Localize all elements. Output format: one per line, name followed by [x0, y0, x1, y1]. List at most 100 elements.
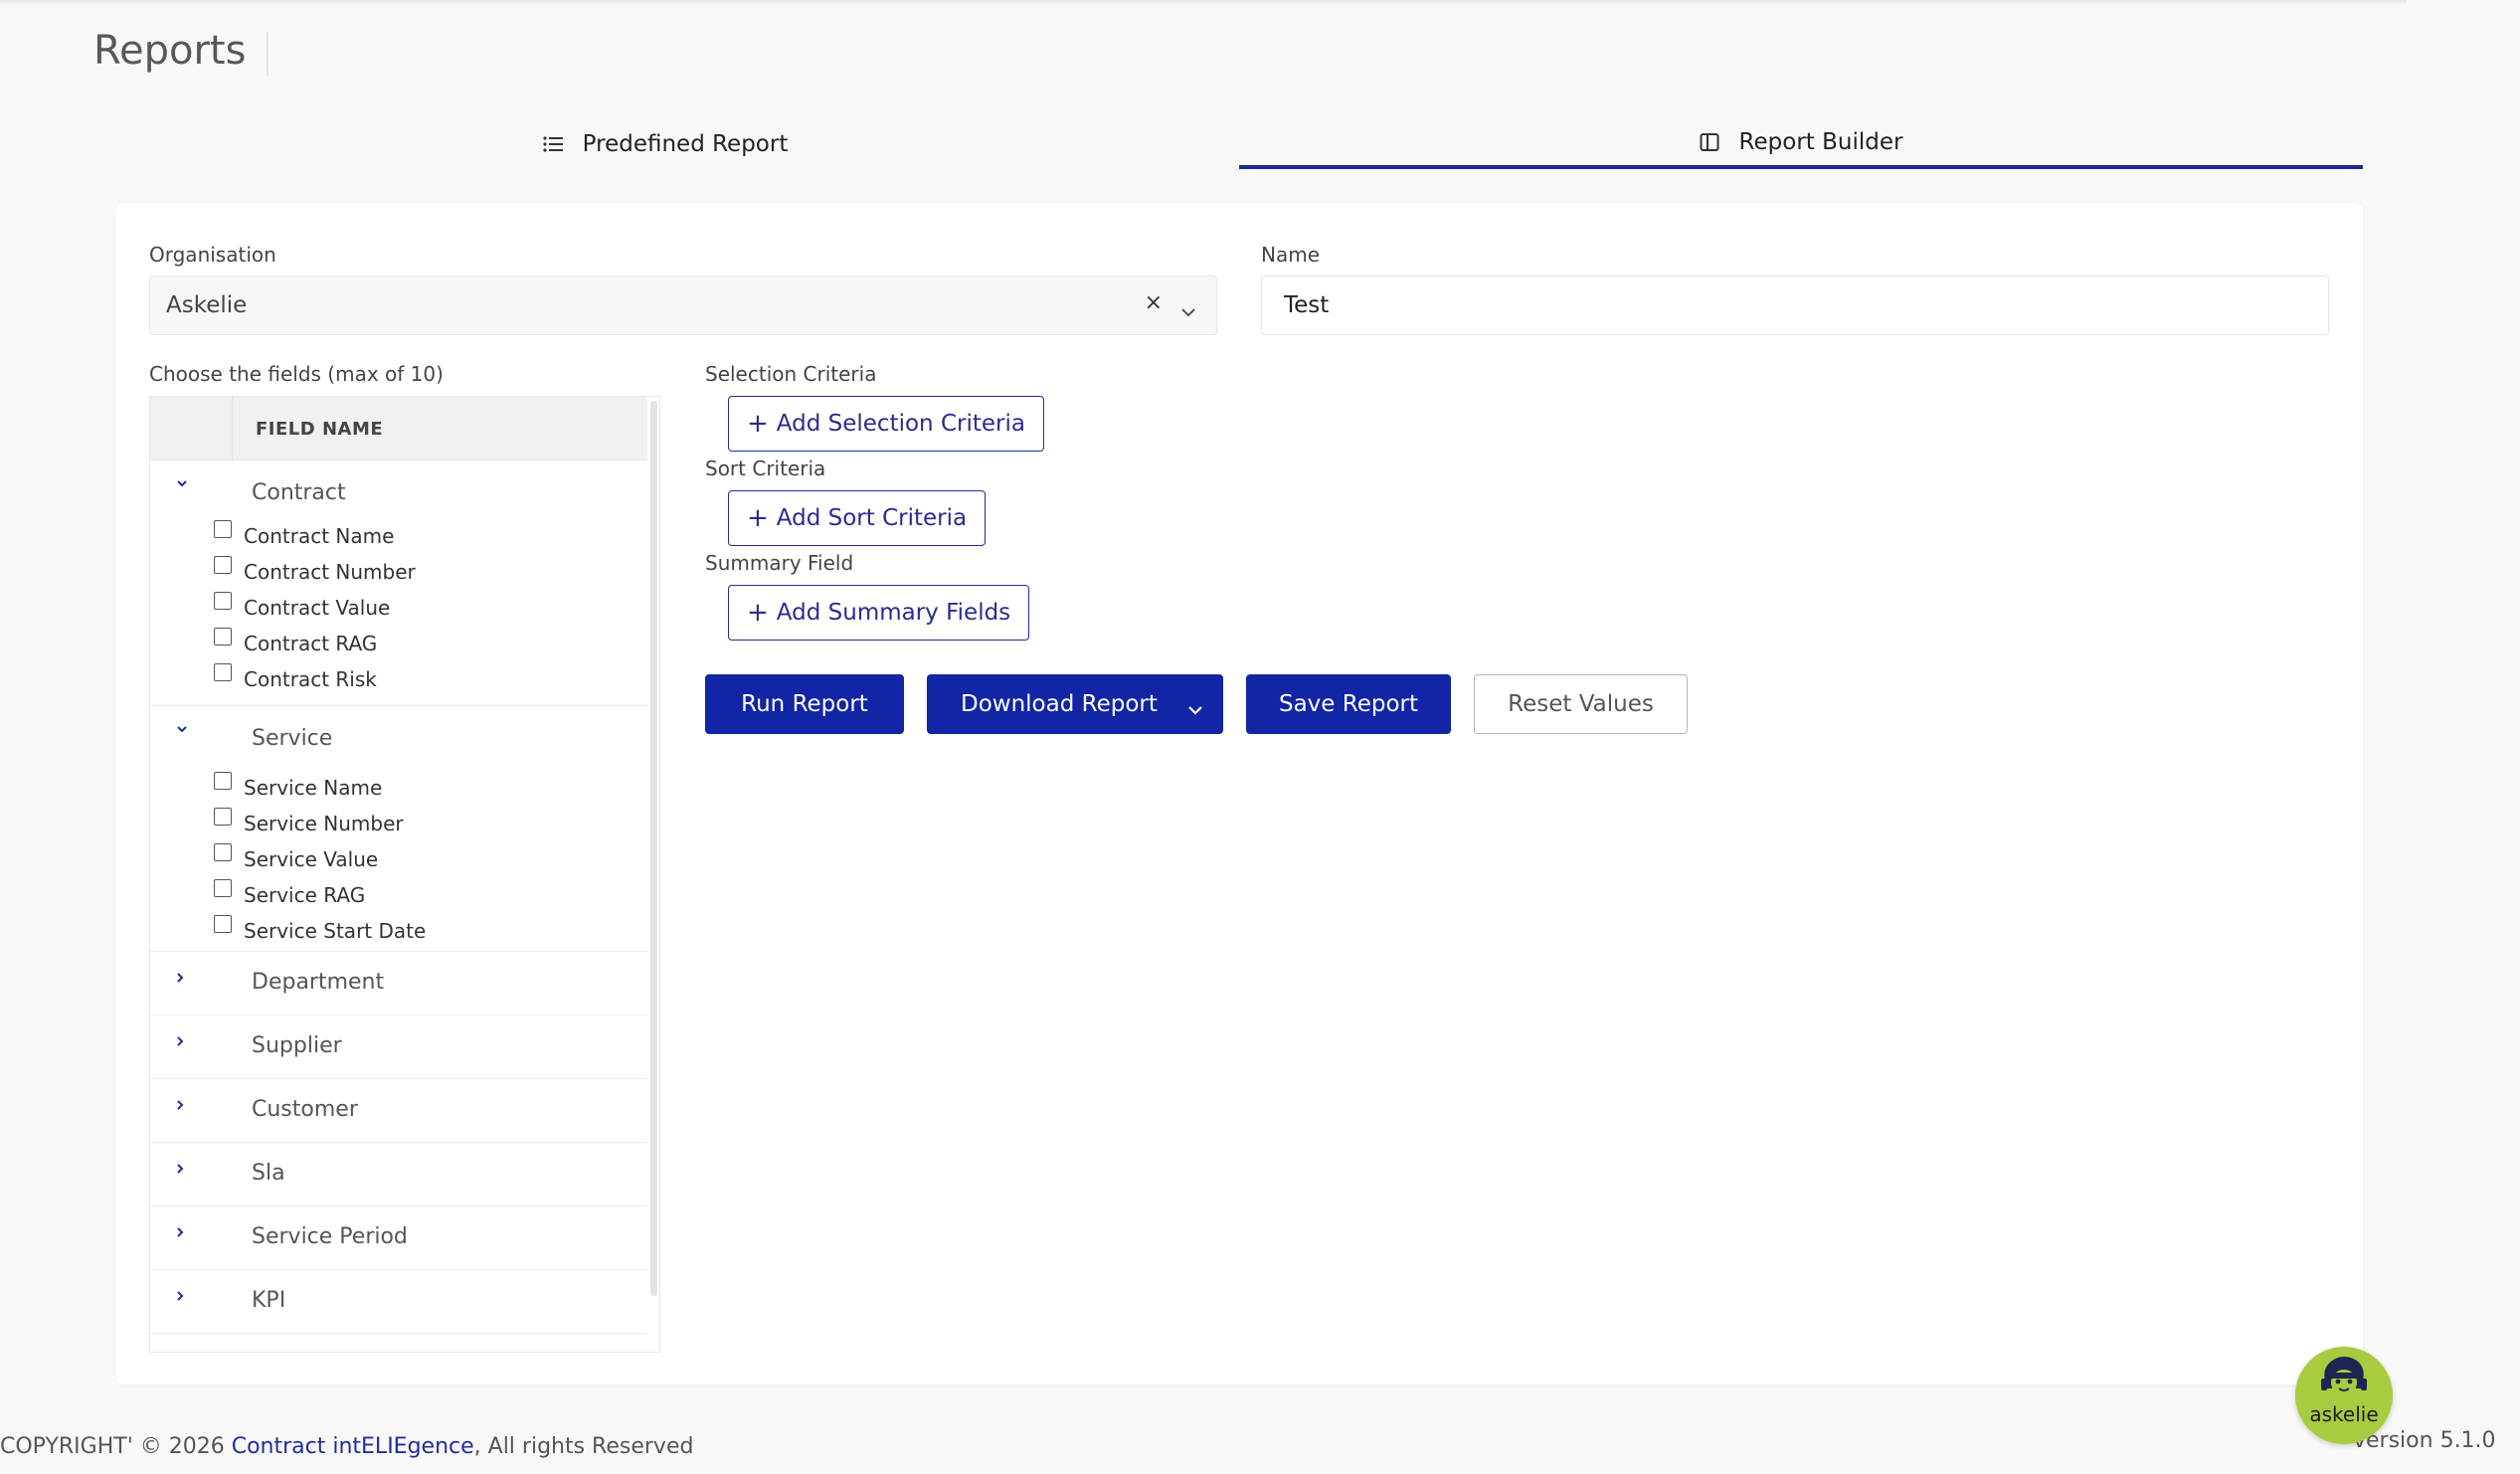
group-kpi[interactable]: KPI — [150, 1270, 647, 1334]
field-tree-header: FIELD NAME — [150, 397, 647, 461]
group-label: Service — [252, 726, 333, 751]
field-checkbox[interactable] — [214, 556, 232, 574]
chevron-right-icon[interactable] — [174, 1097, 192, 1115]
field-label: Service Name — [244, 776, 383, 800]
group-label: KPI — [252, 1288, 286, 1313]
chevron-down-icon[interactable] — [174, 720, 192, 738]
field-label: Contract Risk — [244, 667, 377, 691]
run-report-button[interactable]: Run Report — [705, 674, 904, 734]
summary-field-label: Summary Field — [705, 551, 854, 575]
tab-label: Report Builder — [1738, 129, 1903, 155]
brand-link[interactable]: Contract intELIEgence — [232, 1434, 474, 1459]
list-icon — [543, 135, 563, 153]
group-supplier[interactable]: Supplier — [150, 1015, 647, 1079]
top-shadow — [0, 0, 2407, 6]
organisation-select[interactable]: Askelie × — [149, 276, 1217, 335]
add-sort-criteria-button[interactable]: + Add Sort Criteria — [728, 490, 987, 546]
field-checkbox[interactable] — [214, 520, 232, 538]
reset-values-button[interactable]: Reset Values — [1474, 674, 1688, 734]
fields-label: Choose the fields (max of 10) — [149, 362, 444, 386]
field-checkbox[interactable] — [214, 663, 232, 681]
group-label: Service Period — [252, 1224, 408, 1249]
chevron-down-icon[interactable] — [174, 474, 192, 492]
chevron-right-icon[interactable] — [174, 1161, 192, 1179]
field-label: Service Number — [244, 812, 404, 835]
group-service-period[interactable]: Service Period — [150, 1206, 647, 1270]
field-item[interactable]: Service Value — [214, 843, 379, 879]
name-input[interactable] — [1261, 276, 2329, 335]
field-checkbox[interactable] — [214, 915, 232, 933]
plus-icon: + — [747, 409, 769, 439]
name-label: Name — [1261, 243, 1321, 267]
field-item[interactable]: Contract Risk — [214, 663, 377, 695]
button-label: Add Summary Fields — [776, 600, 1011, 626]
field-label: Contract Name — [244, 524, 395, 548]
chevron-down-icon[interactable] — [1180, 298, 1196, 324]
group-label: Contract — [252, 480, 346, 505]
save-report-button[interactable]: Save Report — [1246, 674, 1451, 734]
group-department[interactable]: Department — [150, 952, 647, 1015]
selection-criteria-label: Selection Criteria — [705, 362, 877, 386]
group-fields: Contract Name Contract Number Contract V… — [150, 516, 647, 695]
add-summary-fields-button[interactable]: + Add Summary Fields — [728, 585, 1030, 641]
page-title: Reports — [93, 28, 247, 74]
group-service: Service Service Name Service Number Serv… — [150, 706, 647, 952]
chevron-right-icon[interactable] — [174, 1033, 192, 1051]
field-checkbox[interactable] — [214, 628, 232, 645]
field-item[interactable]: Service Name — [214, 772, 383, 808]
plus-icon: + — [747, 598, 769, 628]
field-label: Contract Value — [244, 596, 391, 620]
group-customer[interactable]: Customer — [150, 1079, 647, 1143]
field-item[interactable]: Contract Name — [214, 520, 395, 556]
field-item[interactable]: Contract RAG — [214, 628, 378, 663]
field-label: Service Value — [244, 847, 379, 871]
button-label: Download Report — [961, 691, 1158, 717]
chevron-right-icon[interactable] — [174, 1224, 192, 1242]
download-report-button[interactable]: Download Report — [927, 674, 1223, 734]
chevron-right-icon[interactable] — [174, 970, 192, 988]
chevron-down-icon — [1187, 696, 1203, 722]
field-checkbox[interactable] — [214, 808, 232, 826]
assistant-label: askelie — [2309, 1402, 2379, 1426]
field-item[interactable]: Contract Value — [214, 592, 391, 628]
tab-label: Predefined Report — [582, 131, 789, 157]
report-builder-card: Organisation Askelie × Name Choose the f… — [115, 203, 2363, 1384]
copyright-suffix: , All rights Reserved — [473, 1434, 694, 1459]
field-checkbox[interactable] — [214, 772, 232, 790]
group-fields: Service Name Service Number Service Valu… — [150, 762, 647, 941]
field-checkbox[interactable] — [214, 843, 232, 861]
plus-icon: + — [747, 503, 769, 533]
group-label: Customer — [252, 1097, 358, 1122]
add-selection-criteria-button[interactable]: + Add Selection Criteria — [728, 396, 1044, 452]
chevron-right-icon[interactable] — [174, 1288, 192, 1306]
assistant-button[interactable]: askelie — [2295, 1347, 2393, 1444]
field-item[interactable]: Contract Number — [214, 556, 416, 592]
group-label: Sla — [252, 1161, 285, 1186]
field-item[interactable]: Service RAG — [214, 879, 366, 915]
copyright-prefix: COPYRIGHT' © 2026 — [0, 1434, 232, 1459]
footer-copyright: COPYRIGHT' © 2026 Contract intELIEgence,… — [0, 1434, 693, 1459]
field-label: Contract Number — [244, 560, 416, 584]
tab-report-builder[interactable]: Report Builder — [1239, 119, 2363, 169]
field-item[interactable]: Service Start Date — [214, 915, 426, 941]
clear-icon[interactable]: × — [1145, 290, 1163, 315]
button-label: Add Sort Criteria — [776, 505, 968, 531]
tree-scrollbar[interactable] — [650, 401, 657, 1296]
assistant-avatar-icon — [2317, 1355, 2371, 1408]
columns-icon — [1700, 132, 1719, 152]
button-label: Add Selection Criteria — [776, 411, 1025, 437]
field-label: Service RAG — [244, 883, 366, 907]
tab-predefined-report[interactable]: Predefined Report — [93, 119, 1237, 169]
field-checkbox[interactable] — [214, 592, 232, 610]
organisation-label: Organisation — [149, 243, 276, 267]
group-label: Department — [252, 970, 385, 995]
field-tree: FIELD NAME Contract Contract Name Contra… — [149, 396, 660, 1353]
organisation-value: Askelie — [166, 292, 248, 318]
title-divider — [267, 32, 269, 76]
field-name-column-header: FIELD NAME — [256, 419, 384, 440]
field-checkbox[interactable] — [214, 879, 232, 897]
group-label: Supplier — [252, 1033, 342, 1058]
field-label: Contract RAG — [244, 632, 378, 655]
group-sla[interactable]: Sla — [150, 1143, 647, 1206]
field-item[interactable]: Service Number — [214, 808, 404, 843]
